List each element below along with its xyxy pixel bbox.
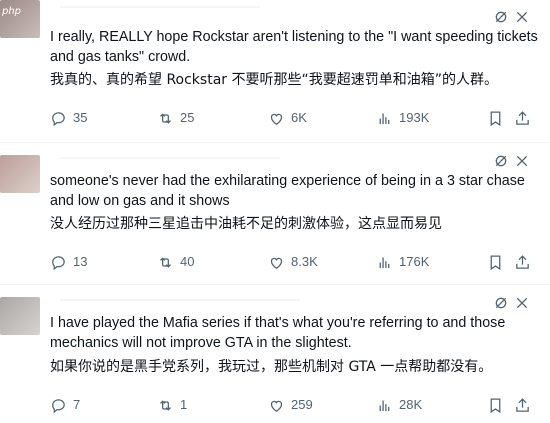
retweet-icon: [160, 256, 171, 268]
share-icon: [516, 397, 529, 412]
tweet-text: someone's never had the exhilarating exp…: [50, 173, 525, 209]
views-icon: [379, 400, 390, 411]
reply-count: 35: [73, 110, 88, 125]
close-icon[interactable]: [514, 9, 530, 25]
views-icon: [379, 113, 390, 124]
reply-icon: [52, 398, 65, 413]
tweet-text: I really, REALLY hope Rockstar aren't li…: [50, 29, 538, 65]
tweet-3[interactable]: I have played the Mafia series if that's…: [0, 285, 550, 423]
action-bar: 35 25 6K 193K: [0, 108, 550, 128]
bookmark-button[interactable]: [487, 395, 504, 415]
tweet-1[interactable]: php I really, REALLY hope Rockstar aren'…: [0, 0, 550, 140]
reply-count: 7: [73, 397, 81, 412]
action-bar: 13 40 8.3K 176K: [0, 252, 550, 272]
bookmark-icon: [490, 397, 501, 413]
tweet-translation: 如果你说的是黑手党系列，我玩过，那些机制对 GTA 一点帮助都没有。: [50, 359, 493, 375]
retweet-button[interactable]: 40: [157, 252, 194, 272]
like-icon: [270, 400, 283, 412]
bookmark-icon: [490, 254, 501, 270]
tweet-text: I have played the Mafia series if that's…: [50, 315, 506, 351]
share-button[interactable]: [514, 252, 531, 272]
share-button[interactable]: [514, 395, 531, 415]
retweet-button[interactable]: 25: [157, 108, 194, 128]
grok-icon[interactable]: [493, 295, 509, 311]
share-icon: [516, 110, 529, 125]
reply-icon: [52, 255, 65, 270]
views-count: 193K: [399, 110, 430, 125]
like-count: 259: [291, 397, 313, 412]
retweet-count: 40: [180, 254, 195, 269]
close-icon[interactable]: [514, 153, 530, 169]
views-button[interactable]: 193K: [376, 108, 429, 128]
retweet-count: 1: [180, 397, 188, 412]
retweet-icon: [160, 112, 171, 124]
bookmark-icon: [490, 110, 501, 126]
avatar[interactable]: [0, 155, 40, 193]
tweet-translation: 没人经历过那种三星追击中油耗不足的刺激体验，这点显而易见: [50, 216, 442, 232]
like-icon: [270, 113, 283, 125]
like-count: 8.3K: [291, 254, 318, 269]
header-placeholder: [60, 299, 300, 301]
retweet-button[interactable]: 1: [157, 395, 187, 415]
views-icon: [379, 257, 390, 268]
reply-button[interactable]: 13: [50, 252, 87, 272]
like-button[interactable]: 259: [268, 395, 313, 415]
action-bar: 7 1 259 28K: [0, 395, 550, 415]
reply-count: 13: [73, 254, 88, 269]
header-placeholder: [60, 157, 280, 159]
watermark-text: php: [2, 6, 22, 17]
tweet-2[interactable]: someone's never had the exhilarating exp…: [0, 143, 550, 283]
bookmark-button[interactable]: [487, 252, 504, 272]
grok-icon[interactable]: [493, 9, 509, 25]
views-count: 28K: [399, 397, 423, 412]
views-count: 176K: [399, 254, 430, 269]
reply-button[interactable]: 35: [50, 108, 87, 128]
like-icon: [270, 257, 283, 269]
like-button[interactable]: 8.3K: [268, 252, 318, 272]
share-button[interactable]: [514, 108, 531, 128]
like-button[interactable]: 6K: [268, 108, 307, 128]
views-button[interactable]: 28K: [376, 395, 422, 415]
like-count: 6K: [291, 110, 307, 125]
bookmark-button[interactable]: [487, 108, 504, 128]
retweet-icon: [160, 399, 171, 411]
grok-icon[interactable]: [493, 153, 509, 169]
header-placeholder: [60, 6, 260, 8]
share-icon: [516, 254, 529, 269]
reply-icon: [52, 111, 65, 126]
views-button[interactable]: 176K: [376, 252, 429, 272]
avatar[interactable]: [0, 297, 40, 335]
retweet-count: 25: [180, 110, 195, 125]
close-icon[interactable]: [514, 295, 530, 311]
tweet-translation: 我真的、真的希望 Rockstar 不要听那些“我要超速罚单和油箱”的人群。: [50, 72, 498, 88]
reply-button[interactable]: 7: [50, 395, 80, 415]
